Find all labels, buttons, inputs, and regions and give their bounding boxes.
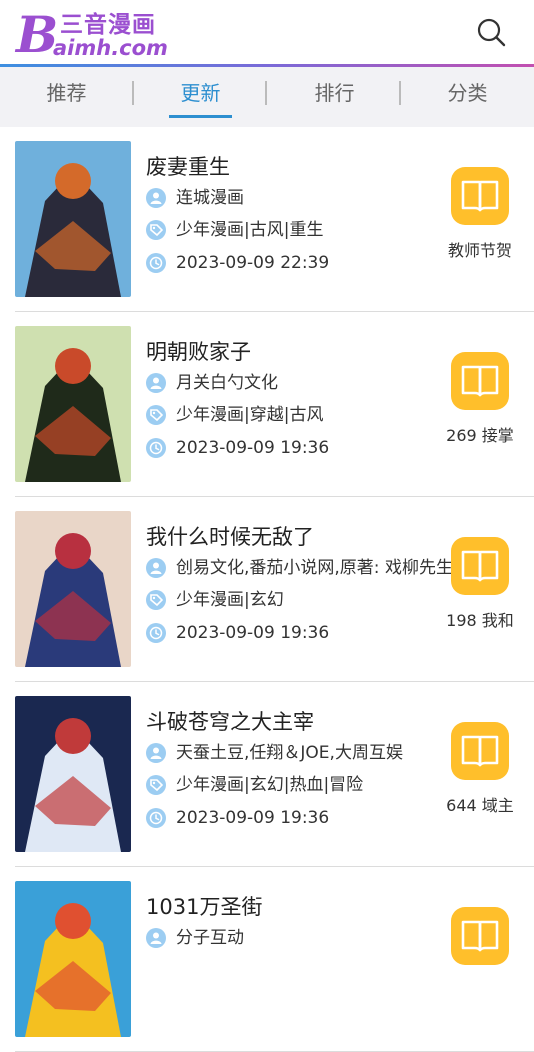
update-time: 2023-09-09 19:36 (176, 438, 330, 458)
comic-title[interactable]: 明朝败家子 (146, 336, 251, 366)
user-icon (146, 373, 166, 393)
comic-item[interactable]: 明朝败家子 月关白勺文化 少年漫画|穿越|古风 2023-09-09 19:36 (15, 312, 534, 497)
comic-tags: 少年漫画|玄幻 (176, 590, 284, 610)
app-header: B 三音漫画 aimh.com (0, 0, 534, 64)
comic-item[interactable]: 我什么时候无敌了 创易文化,番茄小说网,原著: 戏柳先生 少年漫画|玄幻 202… (15, 497, 534, 682)
book-icon (461, 550, 499, 582)
time-row: 2023-09-09 19:36 (146, 621, 461, 645)
author-row: 连城漫画 (146, 186, 461, 210)
cover-image (15, 881, 131, 1037)
tab-category[interactable]: 分类 (401, 67, 534, 127)
time-row: 2023-09-09 22:39 (146, 251, 461, 275)
comic-author: 创易文化,番茄小说网,原著: 戏柳先生 (176, 558, 453, 578)
comic-tags: 少年漫画|玄幻|热血|冒险 (176, 775, 364, 795)
book-icon (461, 735, 499, 767)
user-icon (146, 558, 166, 578)
comic-cover[interactable] (15, 511, 131, 667)
logo-domain: aimh.com (53, 36, 168, 60)
comic-tags: 少年漫画|穿越|古风 (176, 405, 324, 425)
cover-image (15, 511, 131, 667)
user-icon (146, 188, 166, 208)
tab-separator (132, 81, 134, 105)
clock-icon (146, 253, 166, 273)
comic-cover[interactable] (15, 326, 131, 482)
read-button[interactable] (451, 907, 509, 965)
read-button[interactable] (451, 352, 509, 410)
latest-chapter[interactable]: 教师节贺 (429, 237, 531, 261)
comic-author: 分子互动 (176, 928, 244, 948)
tags-row: 少年漫画|古风|重生 (146, 218, 461, 242)
search-button[interactable] (475, 16, 507, 48)
tags-row: 少年漫画|玄幻|热血|冒险 (146, 773, 461, 797)
author-row: 分子互动 (146, 926, 461, 950)
tags-row: 少年漫画|玄幻 (146, 588, 461, 612)
cover-image (15, 696, 131, 852)
comic-author: 月关白勺文化 (176, 373, 278, 393)
latest-chapter[interactable]: 198 我和 (429, 607, 531, 631)
latest-chapter[interactable]: 269 接掌 (429, 422, 531, 446)
book-icon (461, 365, 499, 397)
tab-separator (265, 81, 267, 105)
clock-icon (146, 808, 166, 828)
tab-ranking[interactable]: 排行 (268, 67, 401, 127)
comic-author: 天蚕土豆,任翔＆JOE,大周互娱 (176, 743, 403, 763)
author-row: 天蚕土豆,任翔＆JOE,大周互娱 (146, 741, 461, 765)
comic-title[interactable]: 废妻重生 (146, 151, 230, 181)
tags-row: 少年漫画|穿越|古风 (146, 403, 461, 427)
read-button[interactable] (451, 537, 509, 595)
category-tabs: 推荐 更新 排行 分类 (0, 67, 534, 127)
active-tab-indicator (169, 115, 232, 118)
update-time: 2023-09-09 19:36 (176, 623, 330, 643)
comic-title[interactable]: 我什么时候无敌了 (146, 521, 314, 551)
cover-image (15, 326, 131, 482)
author-row: 创易文化,番茄小说网,原著: 戏柳先生 (146, 556, 461, 580)
comic-cover[interactable] (15, 881, 131, 1037)
time-row: 2023-09-09 19:36 (146, 806, 461, 830)
update-time: 2023-09-09 19:36 (176, 808, 330, 828)
search-icon (477, 18, 506, 47)
comic-item[interactable]: 1031万圣街 分子互动 (15, 867, 534, 1052)
comic-cover[interactable] (15, 696, 131, 852)
book-icon (461, 180, 499, 212)
time-row: 2023-09-09 19:36 (146, 436, 461, 460)
tab-recommend[interactable]: 推荐 (0, 67, 133, 127)
comic-author: 连城漫画 (176, 188, 244, 208)
read-button[interactable] (451, 722, 509, 780)
user-icon (146, 928, 166, 948)
tag-icon (146, 405, 166, 425)
comic-item[interactable]: 斗破苍穹之大主宰 天蚕土豆,任翔＆JOE,大周互娱 少年漫画|玄幻|热血|冒险 … (15, 682, 534, 867)
tab-separator (399, 81, 401, 105)
clock-icon (146, 623, 166, 643)
user-icon (146, 743, 166, 763)
update-time: 2023-09-09 22:39 (176, 253, 330, 273)
comic-item[interactable]: 废妻重生 连城漫画 少年漫画|古风|重生 2023-09-09 22:39 教师… (15, 127, 534, 312)
comic-tags: 少年漫画|古风|重生 (176, 220, 324, 240)
latest-chapter[interactable]: 644 域主 (429, 792, 531, 816)
site-logo[interactable]: B 三音漫画 aimh.com (16, 8, 186, 60)
comic-title[interactable]: 斗破苍穹之大主宰 (146, 706, 314, 736)
tag-icon (146, 775, 166, 795)
tab-update[interactable]: 更新 (134, 67, 267, 127)
logo-chinese-name: 三音漫画 (60, 12, 156, 38)
tag-icon (146, 220, 166, 240)
comic-title[interactable]: 1031万圣街 (146, 891, 262, 921)
logo-letter: B (16, 5, 59, 64)
cover-image (15, 141, 131, 297)
author-row: 月关白勺文化 (146, 371, 461, 395)
tag-icon (146, 590, 166, 610)
read-button[interactable] (451, 167, 509, 225)
comic-cover[interactable] (15, 141, 131, 297)
clock-icon (146, 438, 166, 458)
